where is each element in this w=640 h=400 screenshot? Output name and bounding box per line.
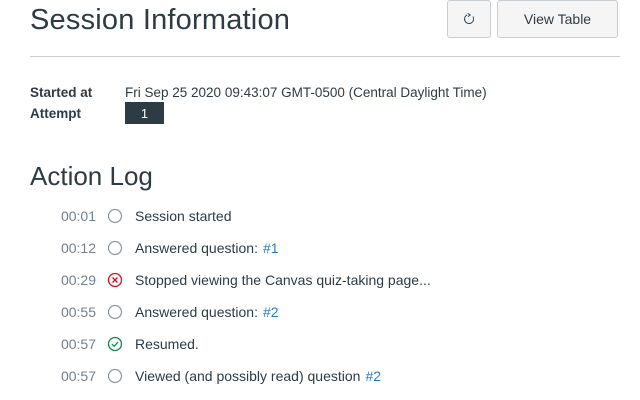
log-time: 00:57 bbox=[60, 336, 96, 352]
action-log-title: Action Log bbox=[30, 161, 153, 191]
log-text: Stopped viewing the Canvas quiz-taking p… bbox=[135, 272, 431, 288]
log-item: 00:57 Viewed (and possibly read) question… bbox=[30, 360, 620, 392]
log-time: 00:29 bbox=[60, 272, 96, 288]
circle-icon bbox=[106, 367, 124, 385]
log-time: 00:57 bbox=[60, 368, 96, 384]
check-circle-icon bbox=[106, 335, 124, 353]
page-title: Session Information bbox=[30, 4, 291, 36]
started-row: Started at Fri Sep 25 2020 09:43:07 GMT-… bbox=[30, 83, 620, 102]
log-time: 00:55 bbox=[60, 304, 96, 320]
log-item: 00:57 Resumed. bbox=[30, 328, 620, 360]
page-header: Session Information View Table bbox=[30, 0, 620, 57]
circle-icon bbox=[106, 207, 124, 225]
attempt-row: Attempt 1 bbox=[30, 102, 620, 124]
log-text: Answered question: bbox=[135, 304, 258, 320]
log-item: 00:55 Answered question: #2 bbox=[30, 296, 620, 328]
question-link[interactable]: #1 bbox=[263, 240, 279, 256]
log-text: Answered question: bbox=[135, 240, 258, 256]
attempt-label: Attempt bbox=[30, 105, 81, 121]
started-label: Started at bbox=[30, 85, 93, 100]
action-log-list: 00:01 Session started 00:12 Answered questi… bbox=[30, 200, 620, 392]
attempt-badge: 1 bbox=[125, 102, 164, 124]
log-item: 00:29 Stopped viewing the Canvas quiz-tak… bbox=[30, 264, 620, 296]
refresh-icon bbox=[464, 12, 475, 24]
circle-icon bbox=[106, 239, 124, 257]
question-link[interactable]: #2 bbox=[263, 304, 279, 320]
log-time: 00:01 bbox=[60, 208, 96, 224]
log-text: Resumed. bbox=[135, 336, 199, 352]
question-link[interactable]: #2 bbox=[365, 368, 381, 384]
refresh-button[interactable] bbox=[447, 0, 491, 38]
log-item: 00:01 Session started bbox=[30, 200, 620, 232]
log-item: 00:12 Answered question: #1 bbox=[30, 232, 620, 264]
circle-icon bbox=[106, 303, 124, 321]
session-page: Session Information View Table Started a… bbox=[0, 0, 640, 400]
log-text: Session started bbox=[135, 208, 232, 224]
session-info: Started at Fri Sep 25 2020 09:43:07 GMT-… bbox=[30, 83, 620, 124]
started-value: Fri Sep 25 2020 09:43:07 GMT-0500 (Centr… bbox=[125, 85, 487, 100]
log-text: Viewed (and possibly read) question bbox=[135, 368, 361, 384]
error-x-icon bbox=[106, 271, 124, 289]
log-time: 00:12 bbox=[60, 240, 96, 256]
view-table-button[interactable]: View Table bbox=[497, 0, 618, 38]
